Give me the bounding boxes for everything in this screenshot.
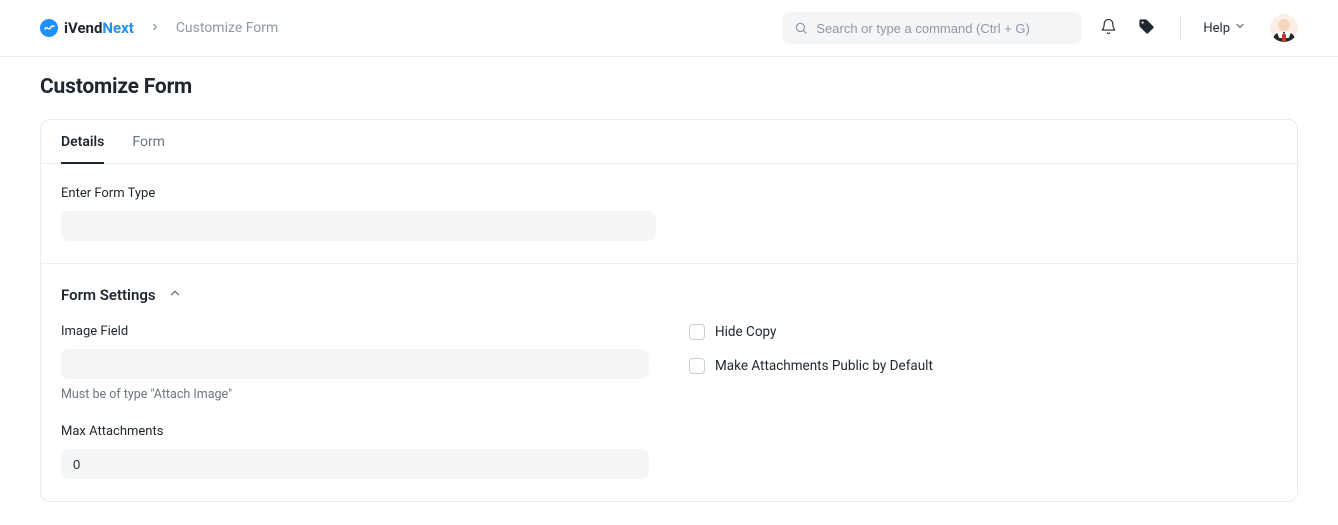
nav-divider	[1180, 17, 1181, 39]
page: Customize Form Details Form Enter Form T…	[0, 57, 1338, 520]
image-field-input[interactable]	[61, 349, 649, 379]
notifications-button[interactable]	[1096, 16, 1120, 40]
form-type-label: Enter Form Type	[61, 186, 1277, 201]
checkbox-icon	[689, 358, 705, 374]
form-settings-toggle[interactable]: Form Settings	[61, 286, 1277, 304]
bell-icon	[1100, 18, 1117, 39]
image-field-help: Must be of type "Attach Image"	[61, 387, 649, 402]
breadcrumb-current[interactable]: Customize Form	[176, 20, 279, 36]
search-icon	[794, 21, 808, 35]
form-card: Details Form Enter Form Type Form Settin…	[40, 119, 1298, 502]
section-form-settings: Form Settings Image Field Must be of typ…	[41, 263, 1297, 501]
max-attachments-label: Max Attachments	[61, 424, 649, 439]
hide-copy-label: Hide Copy	[715, 324, 776, 340]
make-attachments-public-checkbox[interactable]: Make Attachments Public by Default	[689, 358, 1277, 374]
hide-copy-checkbox[interactable]: Hide Copy	[689, 324, 1277, 340]
brand-mark-icon	[40, 19, 58, 37]
form-type-input[interactable]	[61, 211, 656, 241]
brand-text-2: Next	[102, 19, 133, 37]
image-field-label: Image Field	[61, 324, 649, 339]
chevron-down-icon	[1234, 20, 1246, 36]
max-attachments-input[interactable]	[61, 449, 649, 479]
brand-logo[interactable]: iVendNext	[40, 19, 134, 37]
tab-bar: Details Form	[41, 120, 1297, 164]
brand-text-1: iVend	[64, 19, 102, 37]
section-details: Enter Form Type	[41, 164, 1297, 263]
global-search	[782, 12, 1082, 44]
breadcrumb-sep-icon	[150, 21, 160, 36]
form-settings-heading: Form Settings	[61, 286, 156, 304]
checkbox-icon	[689, 324, 705, 340]
user-avatar[interactable]	[1270, 14, 1298, 42]
help-menu-label: Help	[1203, 21, 1230, 36]
tab-details[interactable]: Details	[61, 120, 104, 164]
tags-button[interactable]	[1134, 16, 1158, 40]
chevron-up-icon	[168, 286, 182, 304]
search-input[interactable]	[782, 12, 1082, 44]
page-title: Customize Form	[40, 75, 1298, 99]
navbar: iVendNext Customize Form Help	[0, 0, 1338, 57]
help-menu[interactable]: Help	[1203, 20, 1246, 36]
tab-form[interactable]: Form	[132, 120, 165, 164]
make-attachments-public-label: Make Attachments Public by Default	[715, 358, 933, 374]
tag-icon	[1138, 18, 1155, 39]
